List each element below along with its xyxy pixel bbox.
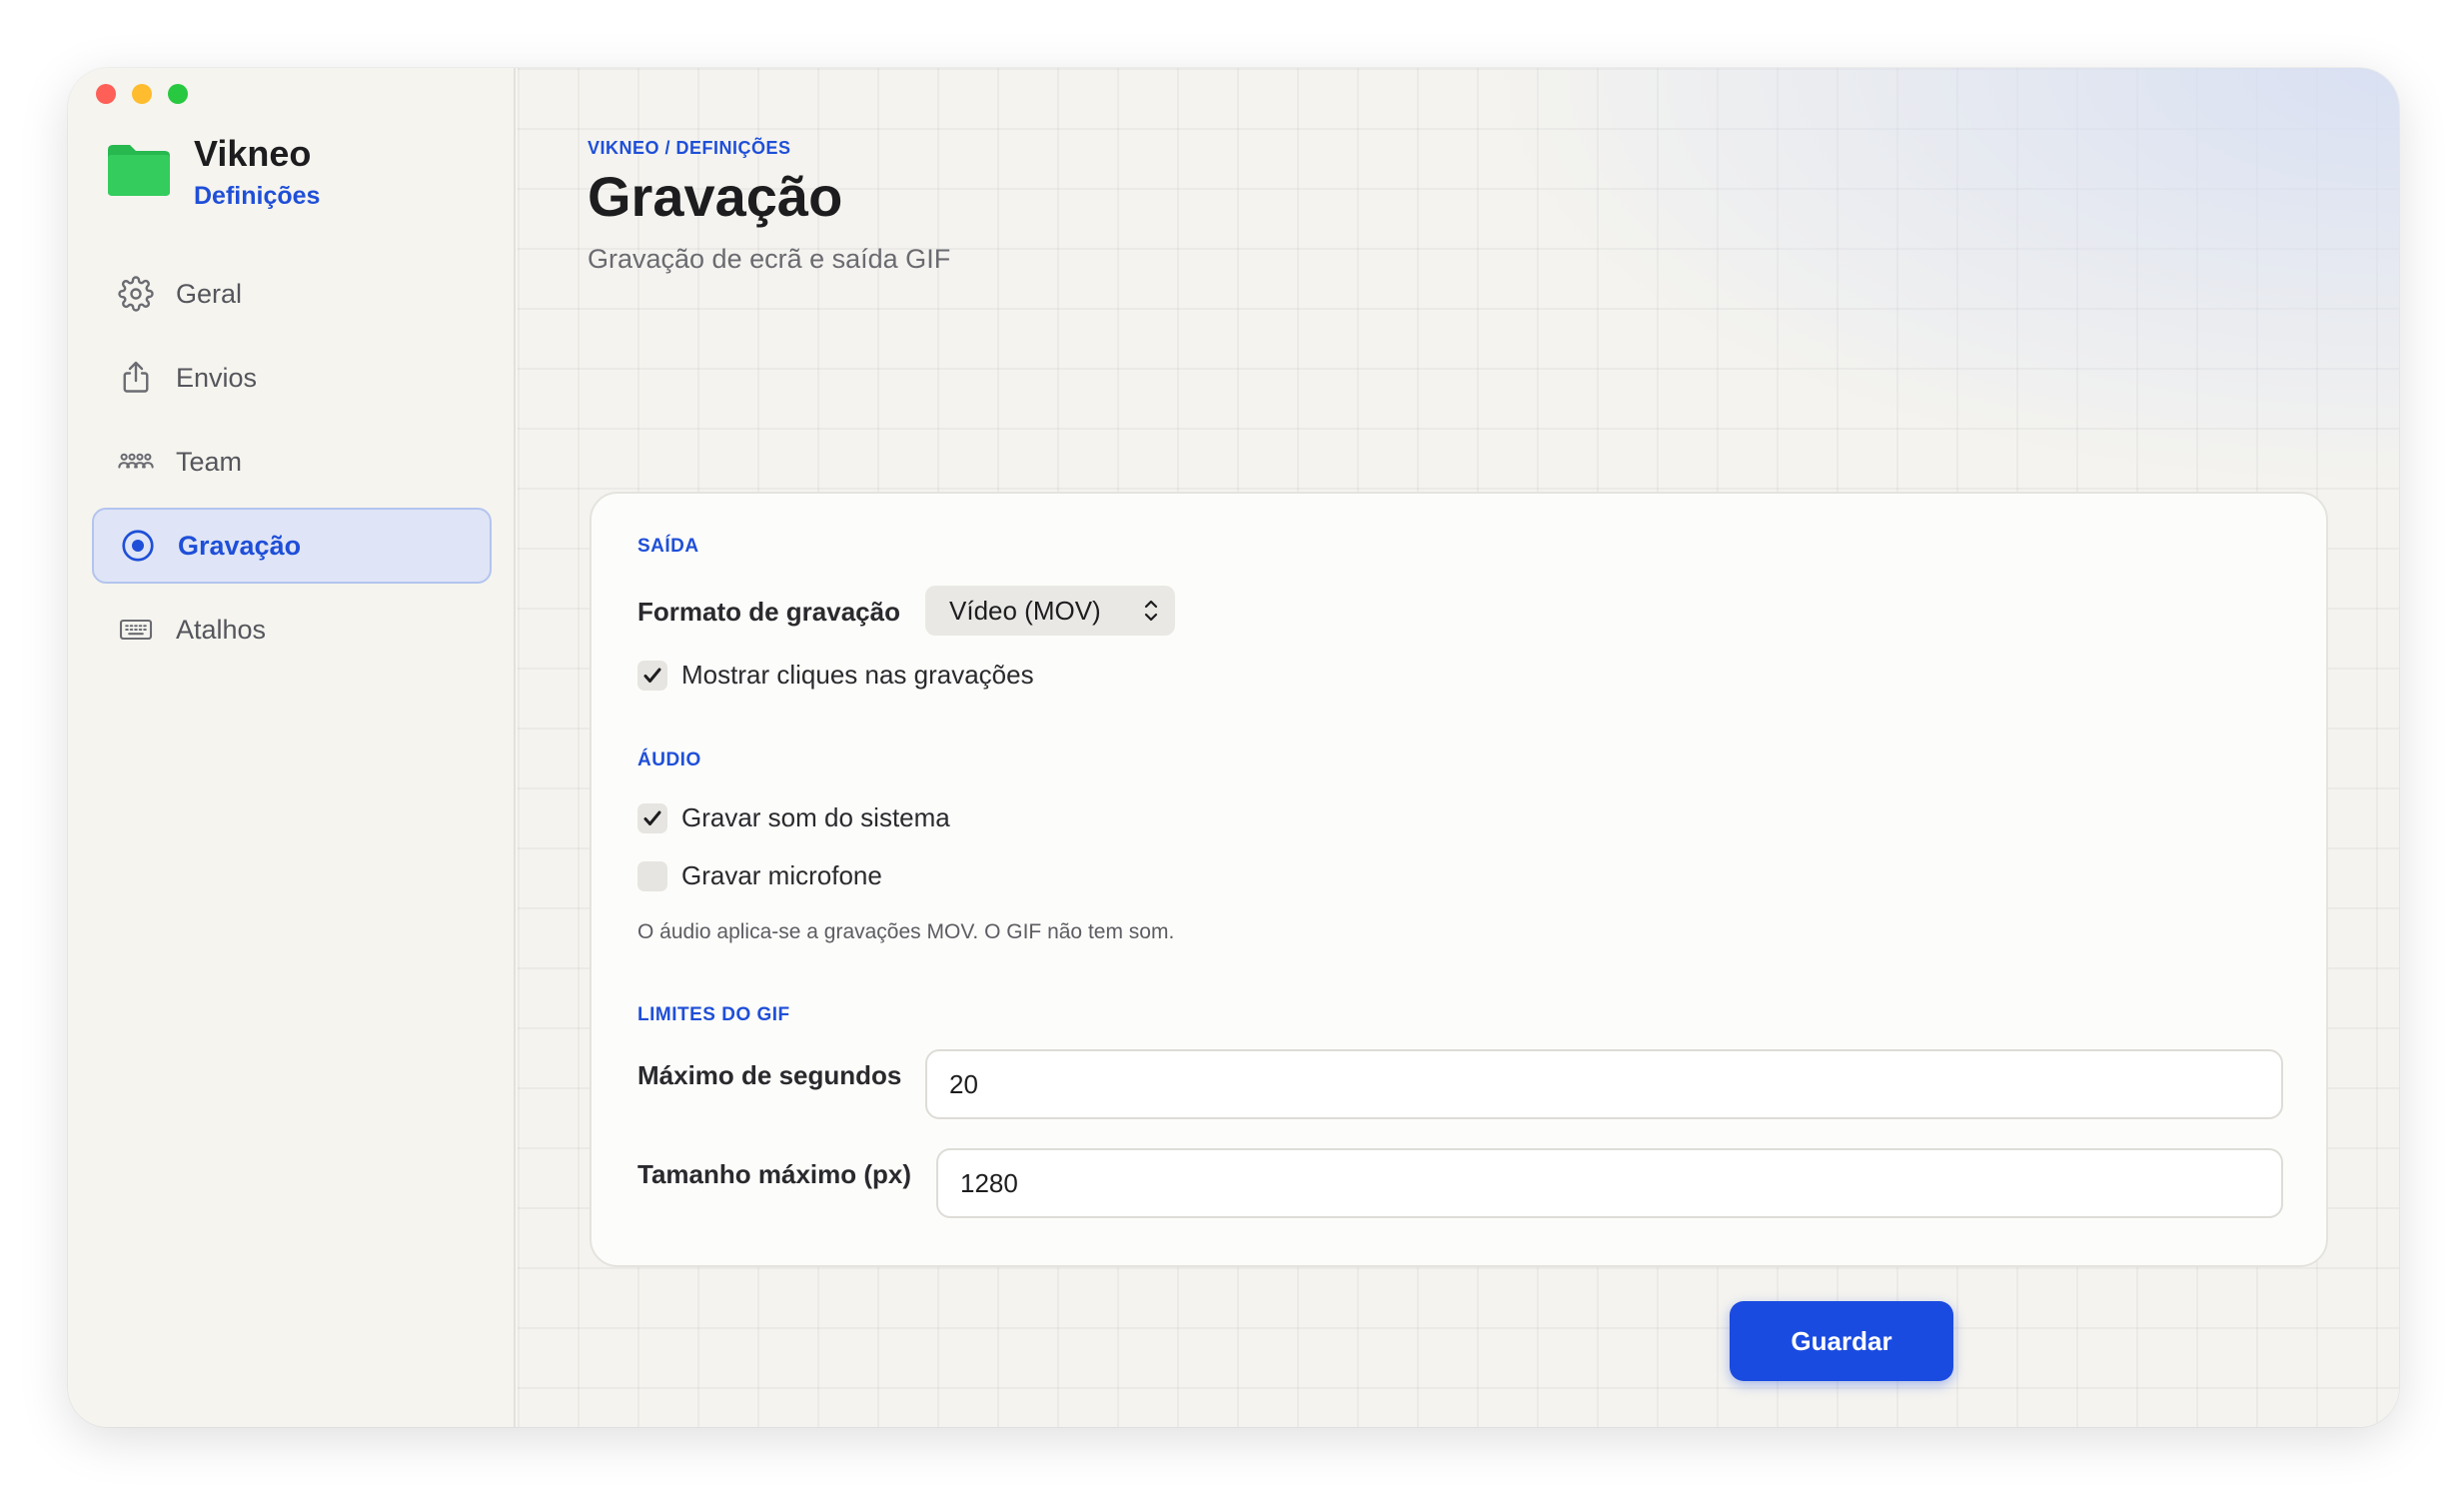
sidebar-item-team[interactable]: Team	[92, 424, 492, 500]
minimize-window-button[interactable]	[132, 84, 152, 104]
checkmark-icon	[643, 810, 661, 825]
show-clicks-checkbox[interactable]: Mostrar cliques nas gravações	[637, 660, 1034, 691]
main-content: VIKNEO / DEFINIÇÕES Gravação Gravação de…	[518, 68, 2399, 1427]
system-sound-checkbox[interactable]: Gravar som do sistema	[637, 802, 950, 833]
app-name: Vikneo	[194, 133, 312, 174]
format-select-value: Vídeo (MOV)	[949, 595, 1101, 626]
max-seconds-label: Máximo de segundos	[637, 1060, 902, 1090]
save-button[interactable]: Guardar	[1730, 1301, 1953, 1381]
app-subtitle: Definições	[194, 182, 321, 210]
chevron-updown-icon	[1144, 600, 1158, 622]
sidebar-item-envios[interactable]: Envios	[92, 340, 492, 416]
app-brand: Vikneo Definições	[106, 132, 320, 214]
audio-note: O áudio aplica-se a gravações MOV. O GIF…	[637, 920, 1175, 943]
checkmark-icon	[643, 668, 661, 683]
page-subtitle: Gravação de ecrã e saída GIF	[588, 244, 951, 274]
show-clicks-label: Mostrar cliques nas gravações	[681, 660, 1034, 690]
page-title: Gravação	[588, 165, 843, 228]
folder-icon	[106, 142, 172, 198]
sidebar-item-label: Atalhos	[176, 614, 267, 645]
system-sound-checkbox-box[interactable]	[637, 802, 667, 833]
recording-settings-card: SAÍDA Formato de gravação Vídeo (MOV) Mo…	[590, 492, 2328, 1267]
sidebar-item-atalhos[interactable]: Atalhos	[92, 592, 492, 668]
microphone-checkbox-box[interactable]	[637, 860, 667, 891]
system-sound-label: Gravar som do sistema	[681, 802, 950, 832]
sidebar-item-label: Gravação	[178, 530, 302, 561]
sidebar-nav: Geral Envios Team Gravação Atalhos	[92, 256, 492, 676]
sidebar-item-label: Envios	[176, 362, 258, 393]
keyboard-icon	[116, 610, 156, 650]
share-icon	[116, 358, 156, 398]
people-icon	[116, 442, 156, 482]
breadcrumb: VIKNEO / DEFINIÇÕES	[588, 138, 791, 158]
max-size-label: Tamanho máximo (px)	[637, 1159, 912, 1189]
format-label: Formato de gravação	[637, 597, 900, 627]
window-controls	[96, 84, 188, 104]
zoom-window-button[interactable]	[168, 84, 188, 104]
output-section-label: SAÍDA	[637, 536, 699, 557]
gear-icon	[116, 274, 156, 314]
format-select[interactable]: Vídeo (MOV)	[925, 586, 1175, 636]
sidebar-item-label: Geral	[176, 278, 243, 309]
sidebar-item-geral[interactable]: Geral	[92, 256, 492, 332]
sidebar-item-gravacao[interactable]: Gravação	[92, 508, 492, 584]
max-size-input[interactable]	[936, 1148, 2283, 1218]
record-icon	[118, 526, 158, 566]
microphone-checkbox[interactable]: Gravar microfone	[637, 860, 882, 891]
microphone-label: Gravar microfone	[681, 860, 882, 890]
max-seconds-input[interactable]	[925, 1049, 2283, 1119]
settings-window: Vikneo Definições Geral Envios Team Grav…	[68, 68, 2399, 1427]
gif-limits-section-label: LIMITES DO GIF	[637, 1004, 790, 1025]
close-window-button[interactable]	[96, 84, 116, 104]
sidebar-item-label: Team	[176, 446, 243, 477]
audio-section-label: ÁUDIO	[637, 749, 701, 770]
show-clicks-checkbox-box[interactable]	[637, 660, 667, 691]
sidebar: Vikneo Definições Geral Envios Team Grav…	[68, 68, 516, 1427]
